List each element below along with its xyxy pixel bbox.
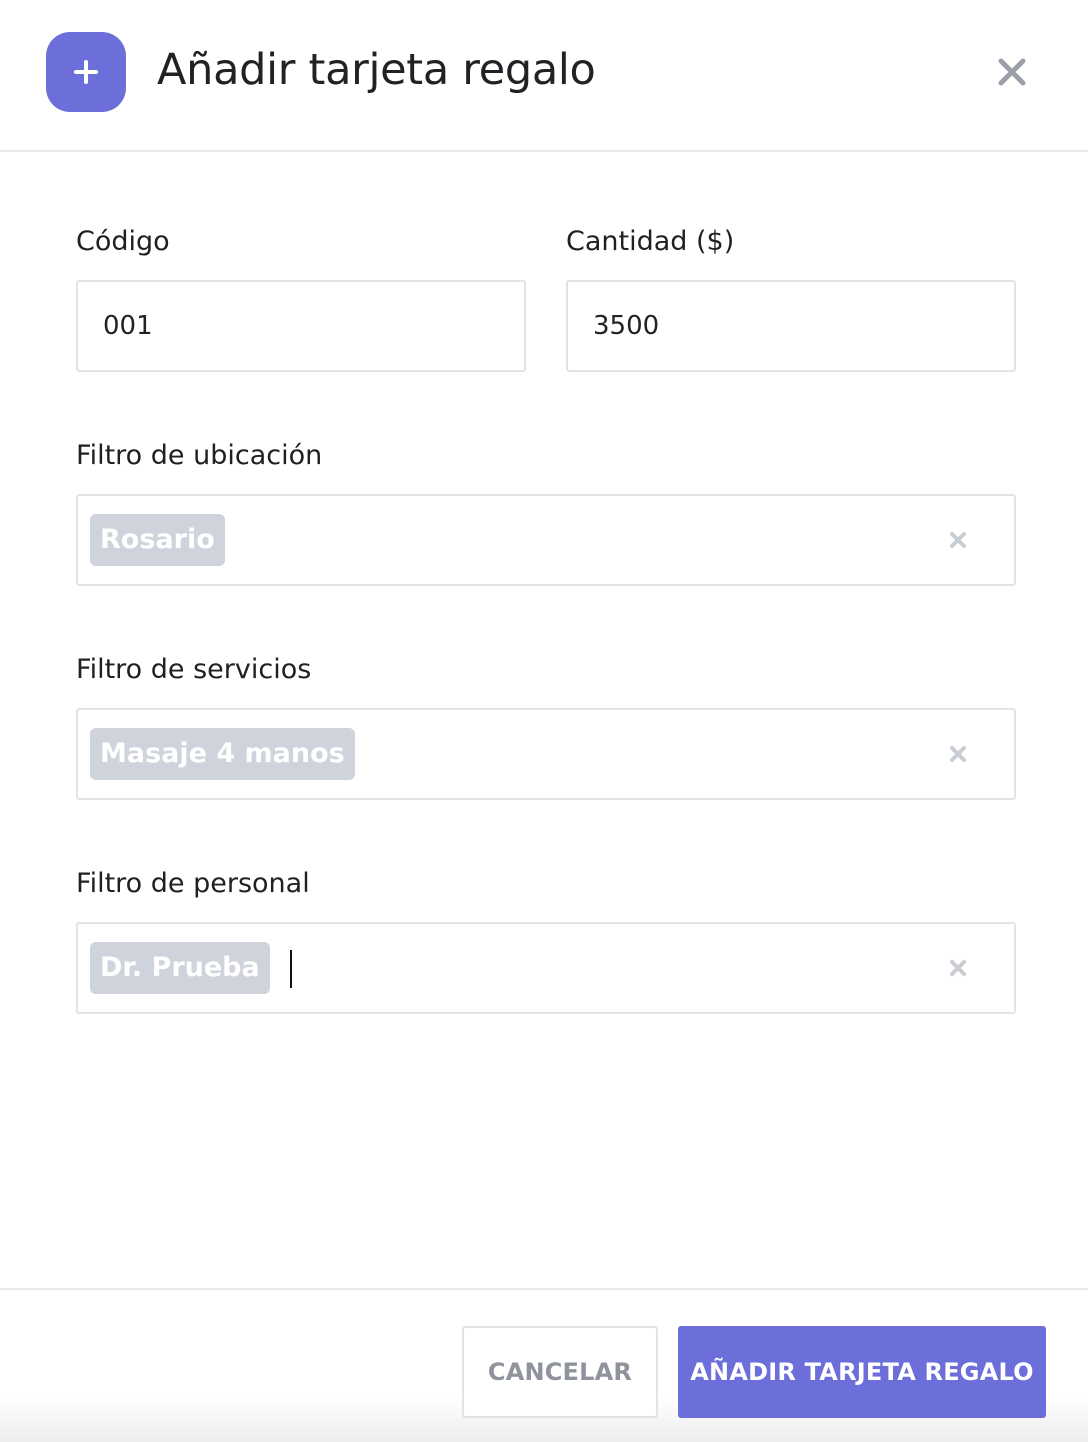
staff-clear-button[interactable] bbox=[946, 956, 970, 980]
services-filter-label: Filtro de servicios bbox=[76, 654, 312, 685]
location-clear-button[interactable] bbox=[946, 528, 970, 552]
dialog-footer: CANCELAR AÑADIR TARJETA REGALO bbox=[0, 1288, 1088, 1442]
dialog-header: Añadir tarjeta regalo bbox=[0, 0, 1088, 152]
amount-label: Cantidad ($) bbox=[566, 226, 735, 257]
clear-icon bbox=[950, 960, 966, 976]
location-filter-label: Filtro de ubicación bbox=[76, 440, 323, 471]
staff-filter-select[interactable]: Dr. Prueba bbox=[76, 922, 1016, 1014]
clear-icon bbox=[950, 746, 966, 762]
location-filter-select[interactable]: Rosario bbox=[76, 494, 1016, 586]
clear-icon bbox=[950, 532, 966, 548]
plus-icon-glyph bbox=[74, 60, 98, 84]
text-cursor bbox=[290, 950, 292, 988]
code-input[interactable] bbox=[78, 282, 524, 370]
cancel-button[interactable]: CANCELAR bbox=[462, 1326, 658, 1418]
add-gift-card-button[interactable]: AÑADIR TARJETA REGALO bbox=[678, 1326, 1046, 1418]
staff-filter-label: Filtro de personal bbox=[76, 868, 310, 899]
close-icon bbox=[998, 58, 1026, 86]
services-filter-select[interactable]: Masaje 4 manos bbox=[76, 708, 1016, 800]
staff-tag[interactable]: Dr. Prueba bbox=[90, 942, 270, 994]
code-label: Código bbox=[76, 226, 170, 257]
dialog-title: Añadir tarjeta regalo bbox=[157, 45, 596, 95]
amount-field-box bbox=[566, 280, 1016, 372]
amount-input[interactable] bbox=[568, 282, 1014, 370]
plus-icon bbox=[46, 32, 126, 112]
services-clear-button[interactable] bbox=[946, 742, 970, 766]
location-tag[interactable]: Rosario bbox=[90, 514, 225, 566]
code-field-box bbox=[76, 280, 526, 372]
close-button[interactable] bbox=[992, 52, 1032, 92]
service-tag[interactable]: Masaje 4 manos bbox=[90, 728, 355, 780]
